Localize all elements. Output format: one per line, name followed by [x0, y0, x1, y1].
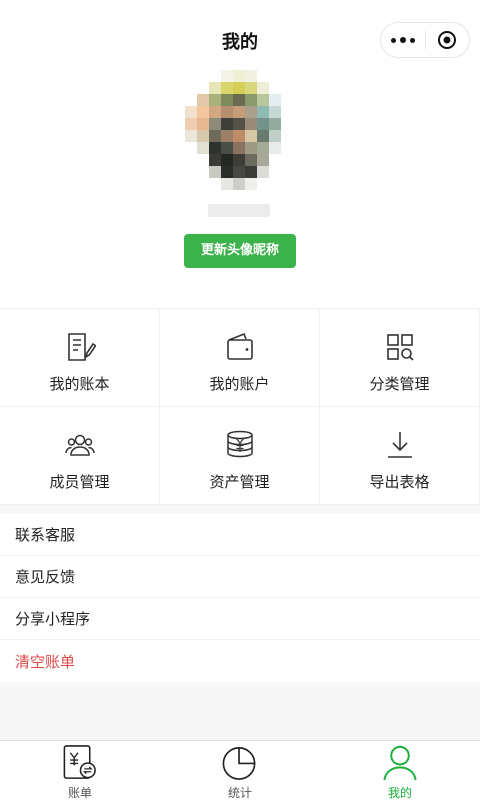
grid-item-label: 分类管理 — [369, 375, 430, 393]
settings-list: 联系客服 意见反馈 分享小程序 清空账单 — [0, 514, 480, 682]
ledger-icon — [67, 333, 96, 361]
tab-label: 我的 — [387, 786, 412, 800]
menu-item-share-mini-program[interactable]: 分享小程序 — [0, 598, 480, 640]
grid-item-label: 资产管理 — [209, 473, 270, 491]
menu-item-contact-support[interactable]: 联系客服 — [0, 514, 480, 556]
chart-icon — [222, 747, 256, 780]
tab-bills[interactable]: 账单 — [0, 741, 160, 800]
menu-item-clear-bills[interactable]: 清空账单 — [0, 640, 480, 682]
function-grid: 我的账本 我的账户 分类管理 成员管理 资产管理 导出表格 — [0, 308, 480, 505]
nickname-placeholder — [208, 204, 270, 217]
menu-item-feedback[interactable]: 意见反馈 — [0, 556, 480, 598]
tab-label: 账单 — [67, 786, 92, 800]
bottom-tab-bar: 账单 统计 我的 — [0, 740, 480, 800]
grid-item-label: 我的账本 — [49, 375, 110, 393]
members-icon — [64, 434, 95, 456]
wallet-icon — [226, 332, 253, 360]
grid-item-label: 成员管理 — [49, 473, 110, 491]
mini-program-capsule — [380, 22, 470, 58]
bill-icon — [63, 745, 96, 779]
avatar[interactable] — [185, 70, 295, 190]
grid-item-label: 导出表格 — [369, 473, 430, 491]
category-icon — [386, 334, 414, 361]
dot-icon — [410, 37, 415, 43]
profile-header: 我的 更新头像昵称 — [0, 0, 480, 308]
grid-item-category-management[interactable]: 分类管理 — [320, 309, 480, 407]
dot-icon — [400, 37, 406, 43]
target-close-icon — [438, 31, 457, 49]
assets-icon — [226, 430, 253, 458]
tab-mine[interactable]: 我的 — [320, 741, 480, 800]
grid-item-label: 我的账户 — [209, 375, 270, 393]
dot-icon — [391, 37, 396, 43]
tab-label: 统计 — [227, 786, 252, 800]
grid-item-my-ledger[interactable]: 我的账本 — [0, 309, 160, 407]
grid-item-asset-management[interactable]: 资产管理 — [160, 407, 320, 505]
grid-item-my-accounts[interactable]: 我的账户 — [160, 309, 320, 407]
export-icon — [387, 432, 412, 458]
more-options-button[interactable] — [381, 22, 425, 58]
profile-icon — [383, 745, 417, 781]
tab-statistics[interactable]: 统计 — [160, 741, 320, 800]
close-mini-program-button[interactable] — [426, 22, 469, 58]
grid-item-member-management[interactable]: 成员管理 — [0, 407, 160, 505]
grid-item-export-table[interactable]: 导出表格 — [320, 407, 480, 505]
update-avatar-nickname-button[interactable]: 更新头像昵称 — [184, 234, 296, 268]
